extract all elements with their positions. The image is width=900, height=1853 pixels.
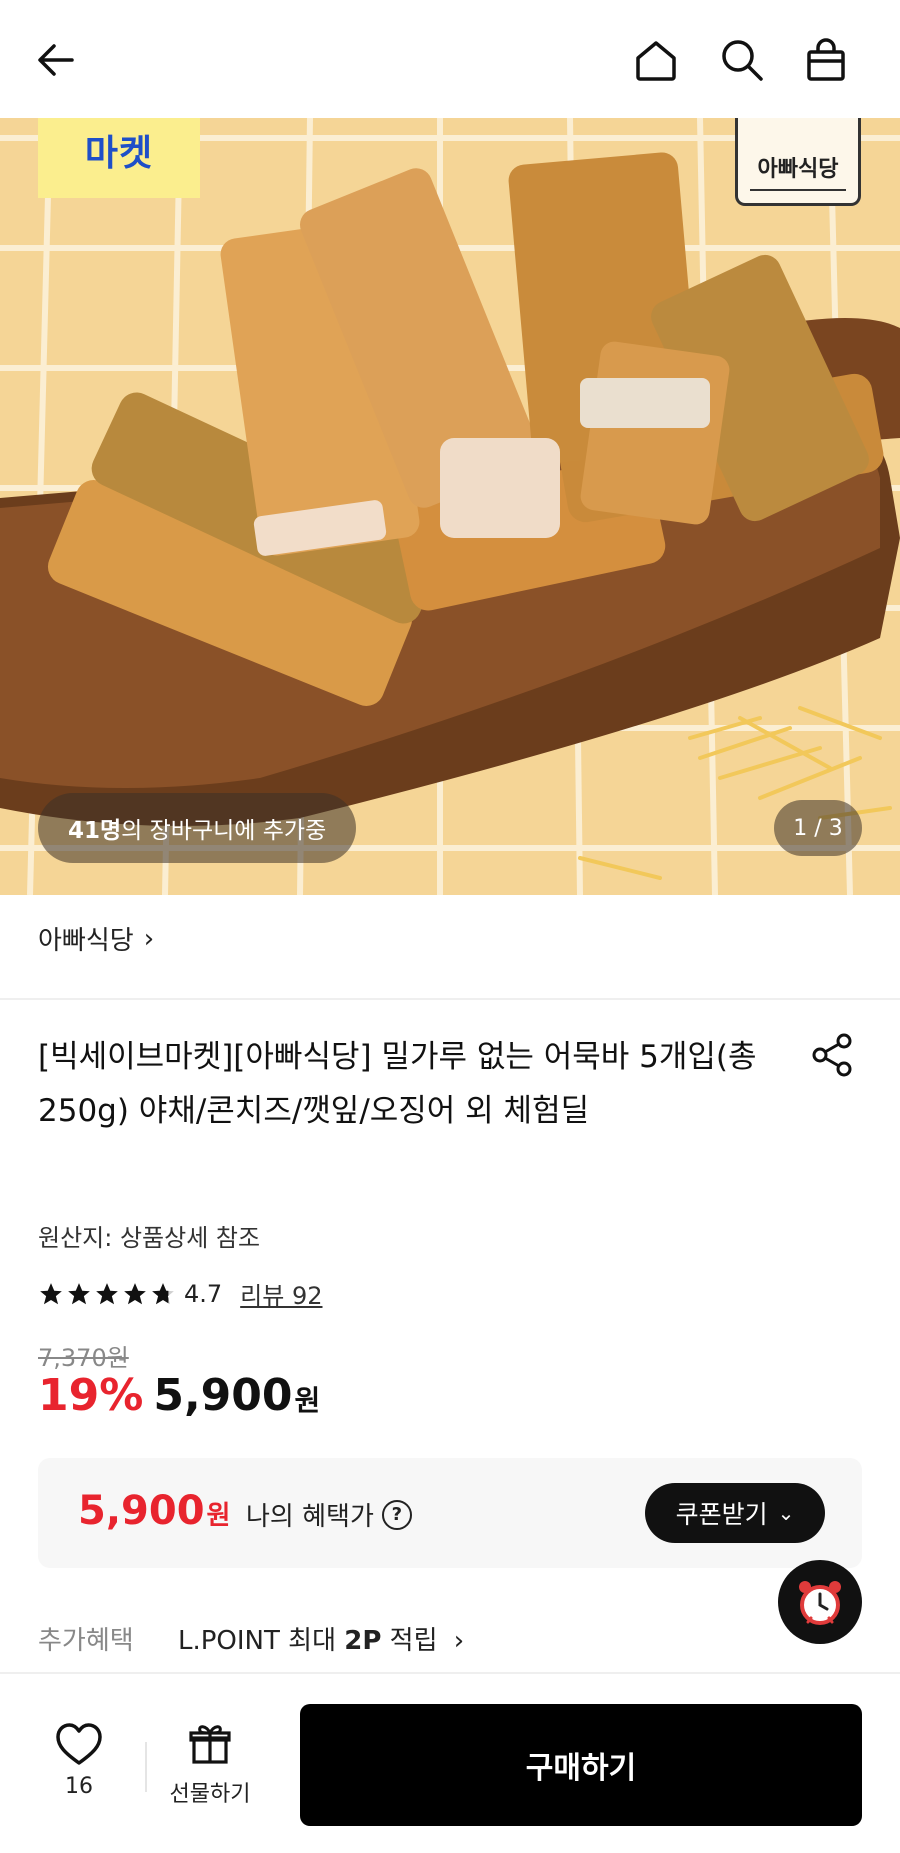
benefit-price: 5,900 원 [78, 1488, 230, 1534]
benefit-price-unit: 원 [206, 1501, 231, 1531]
product-photo [0, 118, 900, 895]
search-icon [722, 40, 763, 81]
market-badge: 마켓 [38, 118, 200, 198]
lpoint-points: 2P [344, 1626, 382, 1656]
image-page-indicator: 1 / 3 [774, 800, 862, 856]
share-button[interactable] [810, 1032, 856, 1078]
extra-benefit-label: 추가혜택 [38, 1626, 134, 1656]
coupon-button-label: 쿠폰받기 [675, 1500, 768, 1529]
gift-label: 선물하기 [169, 1782, 251, 1807]
star-icon [68, 1282, 90, 1304]
cart-text: 의 장바구니에 추가중 [121, 818, 327, 844]
chevron-down-icon: ⌄ [777, 1501, 795, 1525]
star-icon [96, 1282, 118, 1304]
original-price: 7,370원 [38, 1344, 129, 1372]
product-title: [빅세이브마켓][아빠식당] 밀가루 없는 어묵바 5개입(총250g) 야채/… [38, 1039, 757, 1129]
get-coupon-button[interactable]: 쿠폰받기 ⌄ [645, 1483, 825, 1543]
price-row: 19% 5,900 원 [38, 1370, 320, 1421]
rating-row: 4.7 리뷰 92 [38, 1276, 323, 1311]
cart-count: 41명 [68, 818, 122, 844]
cart-activity-pill: 41명 의 장바구니에 추가중 [38, 793, 357, 863]
chevron-right-icon: › [143, 923, 155, 954]
share-icon [812, 1033, 852, 1077]
rating-stars [38, 1281, 178, 1307]
like-count: 16 [65, 1774, 93, 1799]
search-button[interactable] [712, 30, 772, 90]
extra-benefit-row: 추가혜택 L.POINT 최대 2P 적립 › [38, 1620, 464, 1657]
arrow-left-icon [38, 44, 74, 76]
divider [145, 1742, 147, 1792]
alarm-clock-icon [799, 1581, 841, 1625]
benefit-label-text: 나의 혜택가 [246, 1502, 374, 1532]
buy-button[interactable]: 구매하기 [300, 1704, 862, 1826]
lpoint-link[interactable]: L.POINT 최대 2P 적립 › [178, 1620, 464, 1657]
cart-button[interactable] [796, 30, 856, 90]
gift-icon [189, 1725, 231, 1764]
divider [0, 998, 900, 1000]
top-header [0, 0, 900, 118]
home-icon [636, 41, 676, 81]
star-half-icon [152, 1282, 174, 1304]
gift-button[interactable]: 선물하기 [160, 1722, 260, 1808]
origin-info: 원산지: 상품상세 참조 [38, 1224, 261, 1252]
star-icon [40, 1282, 62, 1304]
like-button[interactable]: 16 [42, 1722, 116, 1799]
review-link[interactable]: 리뷰 92 [240, 1276, 322, 1311]
star-icon [124, 1282, 146, 1304]
back-button[interactable] [26, 30, 86, 90]
benefit-price-box: 5,900 원 나의 혜택가 ? 쿠폰받기 ⌄ [38, 1458, 862, 1568]
alarm-floating-button[interactable] [778, 1560, 862, 1644]
shopping-bag-icon [807, 38, 845, 81]
discount-rate: 19% [38, 1370, 144, 1421]
lpoint-prefix: L.POINT 최대 [178, 1626, 345, 1656]
store-name: 아빠식당 [38, 926, 134, 956]
store-link[interactable]: 아빠식당 › [38, 920, 154, 957]
price-unit: 원 [294, 1384, 321, 1417]
sale-price: 5,900 [153, 1370, 293, 1421]
lpoint-suffix: 적립 [381, 1626, 438, 1656]
rating-value: 4.7 [184, 1279, 223, 1308]
product-image-carousel[interactable]: 마켓 아빠식당 41명 의 장바구니에 추가중 1 / 3 [0, 118, 900, 895]
bottom-action-bar: 16 선물하기 구매하기 [0, 1672, 900, 1853]
home-button[interactable] [626, 30, 686, 90]
heart-icon [56, 1723, 102, 1765]
chevron-right-icon: › [453, 1626, 465, 1656]
benefit-price-value: 5,900 [78, 1488, 205, 1534]
brand-logo: 아빠식당 [735, 118, 861, 206]
help-icon[interactable]: ? [381, 1499, 412, 1530]
benefit-label: 나의 혜택가 ? [246, 1496, 412, 1533]
